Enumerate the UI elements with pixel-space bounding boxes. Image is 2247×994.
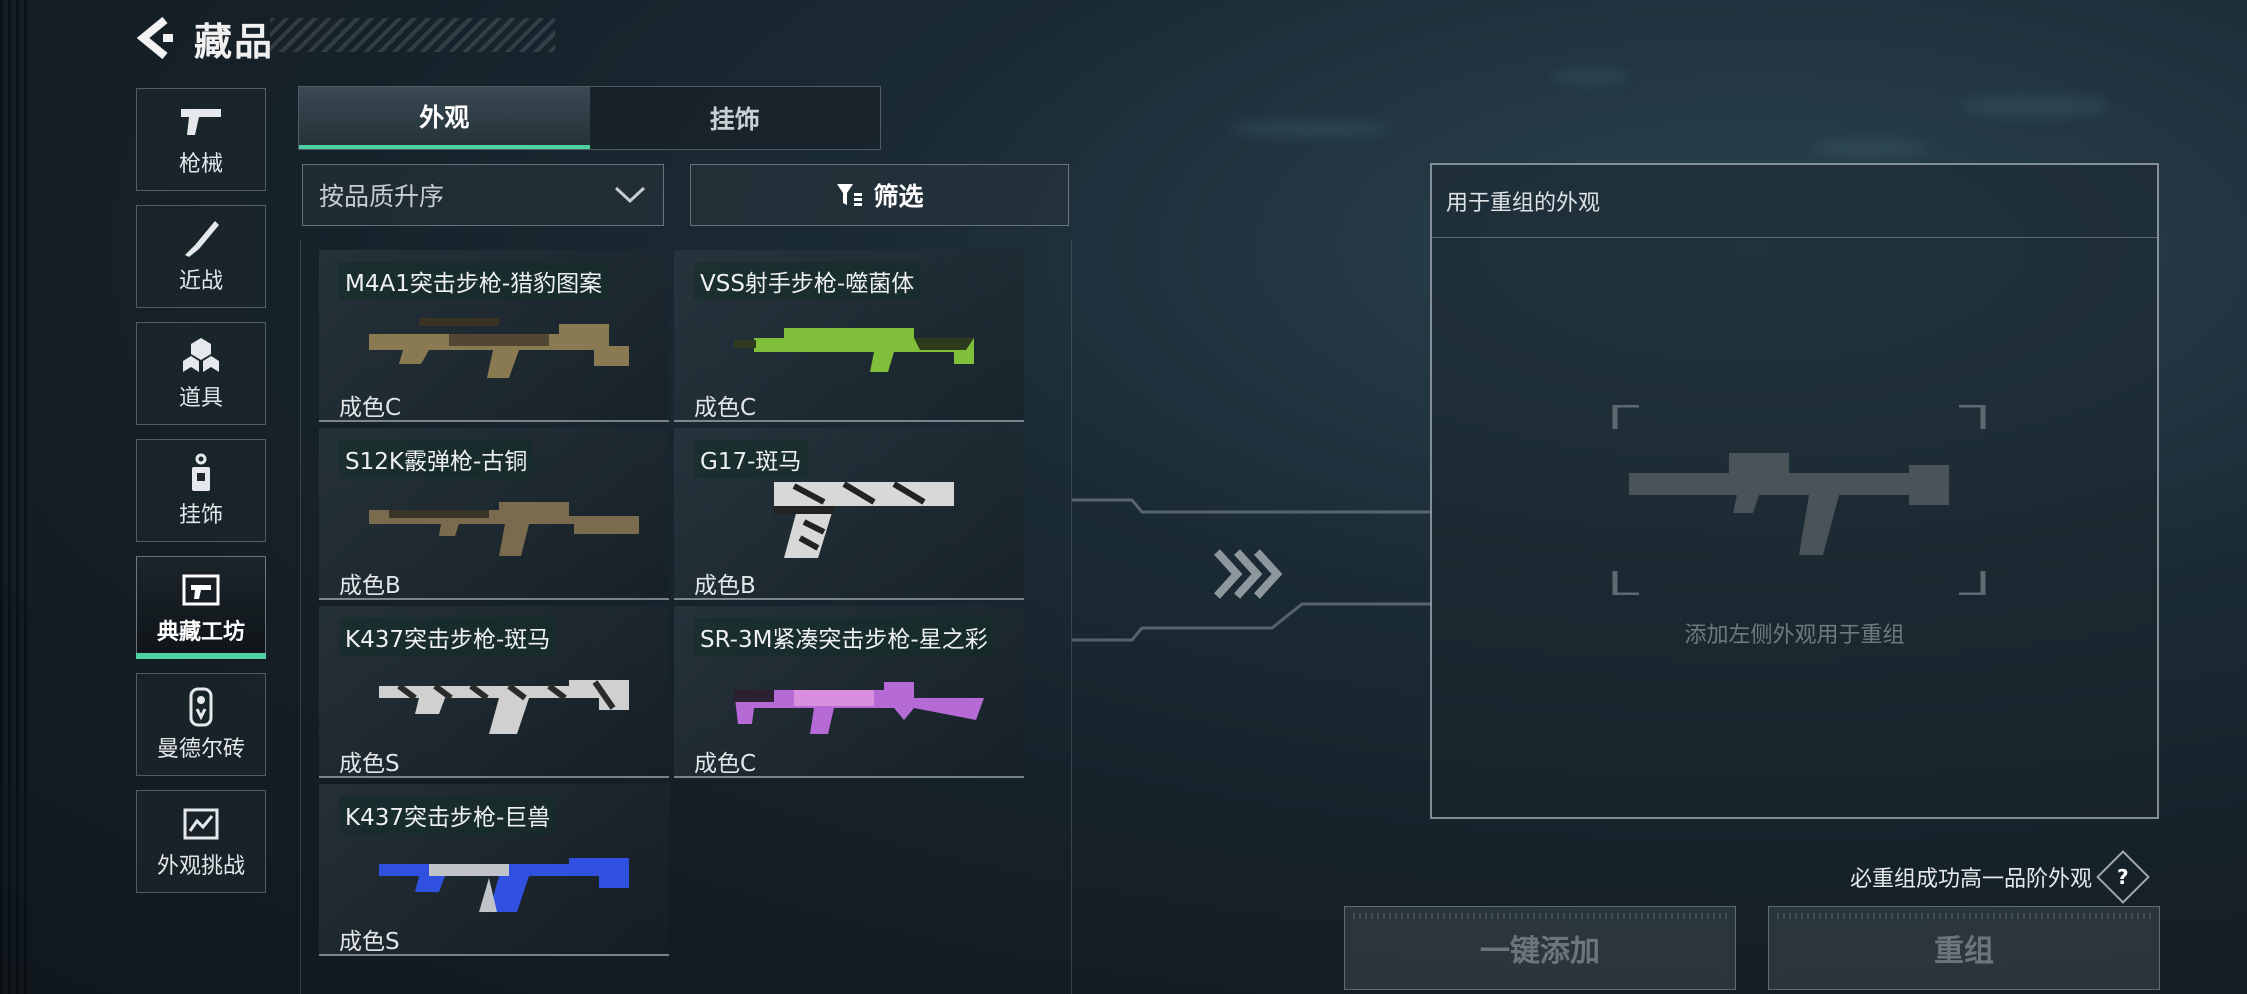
rifle-image (734, 682, 984, 734)
recompose-hint: 添加左侧外观用于重组 (1684, 623, 1905, 648)
item-grade: 成色C (694, 751, 757, 777)
item-grade: 成色S (339, 751, 400, 777)
category-label: 外观挑战 (156, 853, 245, 879)
background-texture (0, 0, 30, 994)
item-name: VSS射手步枪-噬菌体 (694, 262, 921, 300)
item-name: M4A1突击步枪-猎豹图案 (339, 262, 609, 300)
item-grade: 成色C (339, 395, 402, 421)
sort-value: 按品质升序 (319, 182, 445, 211)
category-mandel-brick[interactable]: 曼德尔砖 (136, 673, 266, 776)
item-grid: M4A1突击步枪-猎豹图案 成色C VSS射手步枪-噬菌体 成色C S12K霰弹… (300, 240, 1072, 994)
category-label: 道具 (178, 385, 223, 411)
item-grade: 成色B (339, 573, 401, 599)
guarantee-text: 必重组成功高一品阶外观 (1850, 867, 2093, 892)
background-streak (1960, 95, 2110, 117)
category-melee[interactable]: 近战 (136, 205, 266, 308)
item-name: SR-3M紧凑突击步枪-星之彩 (694, 618, 994, 656)
pistol-icon (178, 102, 224, 142)
category-label: 典藏工坊 (156, 619, 245, 645)
rifle-image (369, 318, 629, 378)
item-name: G17-斑马 (694, 440, 808, 478)
item-card[interactable]: VSS射手步枪-噬菌体 成色C (674, 250, 1024, 422)
guarantee-notice: 必重组成功高一品阶外观 ? (1850, 850, 2150, 904)
category-skin-challenge[interactable]: 外观挑战 (136, 790, 266, 893)
category-workshop[interactable]: 典藏工坊 (136, 556, 266, 659)
item-card[interactable]: K437突击步枪-巨兽 成色S (319, 784, 669, 956)
tab-charms[interactable]: 挂饰 (590, 87, 881, 149)
help-button[interactable]: ? (2096, 850, 2150, 904)
item-name: K437突击步枪-巨兽 (339, 796, 557, 834)
category-label: 挂饰 (178, 502, 223, 528)
challenge-icon (178, 804, 224, 844)
tab-appearance[interactable]: 外观 (299, 87, 590, 149)
filter-icon (837, 184, 863, 206)
item-name: S12K霰弹枪-古铜 (339, 440, 534, 478)
sort-dropdown[interactable]: 按品质升序 (302, 164, 664, 226)
filter-label: 筛选 (873, 182, 924, 211)
item-card[interactable]: G17-斑马 成色B (674, 428, 1024, 600)
filter-button[interactable]: 筛选 (690, 164, 1069, 226)
rifle-image (379, 858, 629, 912)
recompose-title: 用于重组的外观 (1432, 165, 2157, 238)
workshop-icon (178, 570, 224, 610)
tab-bar: 外观 挂饰 (298, 86, 881, 150)
cubes-icon (178, 336, 224, 376)
category-props[interactable]: 道具 (136, 322, 266, 425)
item-name: K437突击步枪-斑马 (339, 618, 557, 656)
category-charms[interactable]: 挂饰 (136, 439, 266, 542)
background-streak (1230, 120, 1390, 138)
category-nav: 枪械 近战 道具 挂饰 典藏工坊 曼德尔砖 外观挑战 (136, 88, 270, 907)
page-title: 藏品 (194, 19, 275, 64)
charm-icon (178, 453, 224, 493)
arrow-right-icon (1214, 549, 1283, 599)
pistol-image (774, 481, 954, 558)
item-card[interactable]: S12K霰弹枪-古铜 成色B (319, 428, 669, 600)
item-grade: 成色S (339, 929, 400, 955)
category-label: 曼德尔砖 (156, 736, 245, 762)
rifle-image (379, 680, 629, 734)
empty-slot[interactable] (1609, 405, 1989, 595)
item-grade: 成色B (694, 573, 756, 599)
recompose-button[interactable]: 重组 (1768, 906, 2160, 990)
brick-icon (178, 687, 224, 727)
chevron-down-icon (614, 186, 646, 204)
add-all-button[interactable]: 一键添加 (1344, 906, 1736, 990)
category-guns[interactable]: 枪械 (136, 88, 266, 191)
knife-icon (178, 219, 224, 259)
help-icon: ? (2117, 864, 2129, 889)
item-grade: 成色C (694, 395, 757, 421)
header: 藏品 (130, 8, 274, 68)
category-label: 近战 (178, 268, 223, 294)
item-card[interactable]: M4A1突击步枪-猎豹图案 成色C (319, 250, 669, 422)
title-decoration (270, 18, 555, 52)
back-button[interactable] (130, 13, 180, 63)
recompose-panel: 用于重组的外观 添加左侧外观用于重组 (1430, 163, 2159, 819)
item-card[interactable]: K437突击步枪-斑马 成色S (319, 606, 669, 778)
category-label: 枪械 (178, 151, 223, 177)
background-streak (1550, 70, 1630, 84)
item-card[interactable]: SR-3M紧凑突击步枪-星之彩 成色C (674, 606, 1024, 778)
background-streak (1810, 140, 1930, 156)
rifle-image (734, 328, 974, 372)
back-arrow-icon (136, 16, 173, 60)
shotgun-image (369, 502, 639, 556)
